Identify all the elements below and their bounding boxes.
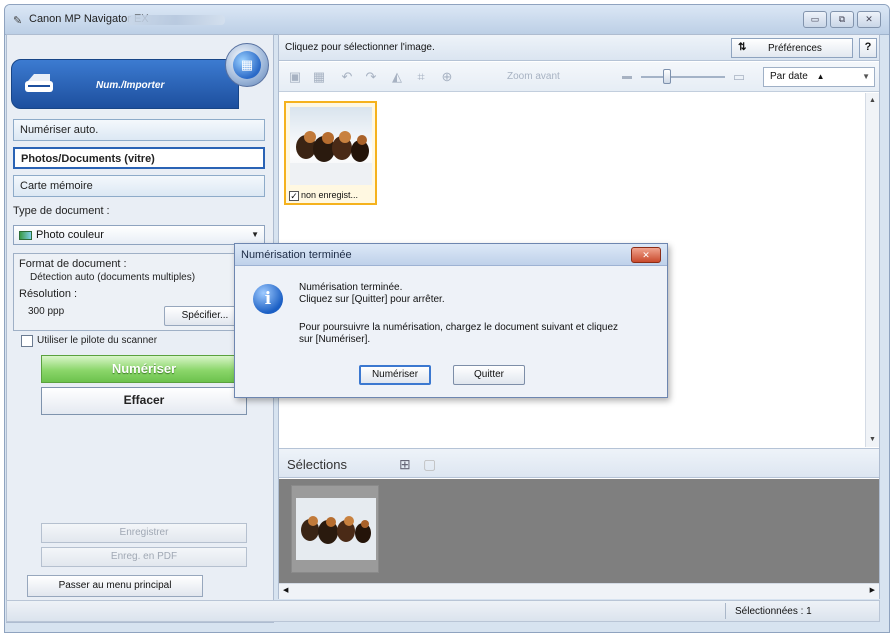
title-bar: ✎ Canon MP Navigator EX ▭ ⧉ ✕ (5, 5, 889, 35)
mode-header-banner: Num./Importer (11, 59, 239, 109)
mode-photos-documents[interactable]: Photos/Documents (vitre) (13, 147, 265, 169)
instruction-bar: Cliquez pour sélectionner l'image. ⇅ Pré… (279, 35, 879, 61)
status-divider (725, 603, 726, 619)
horizontal-scrollbar[interactable]: ◀ ▶ (279, 583, 879, 599)
zoom-in-label[interactable]: Zoom avant (507, 71, 560, 82)
grid-view-icon[interactable]: ⊞ (399, 456, 411, 473)
dialog-quit-button[interactable]: Quitter (453, 365, 525, 385)
doc-type-select[interactable]: Photo couleur ▼ (13, 225, 265, 245)
dialog-line-1: Numérisation terminée. (299, 282, 403, 293)
save-pdf-button[interactable]: Enreg. en PDF (41, 547, 247, 567)
status-bar: Sélectionnées : 1 (6, 600, 880, 622)
minimize-button[interactable]: ▭ (803, 11, 827, 28)
preferences-button[interactable]: ⇅ Préférences (731, 38, 853, 58)
doc-type-label: Type de document : (13, 205, 110, 217)
chevron-down-icon: ▼ (862, 72, 870, 81)
mode-auto-scan[interactable]: Numériser auto. (13, 119, 265, 141)
zoom-icon[interactable]: ⊕ (439, 69, 455, 85)
dialog-scan-button[interactable]: Numériser (359, 365, 431, 385)
rotate-left-icon[interactable]: ↶ (339, 69, 355, 85)
close-icon: ✕ (642, 250, 650, 260)
resolution-value: 300 ppp (28, 306, 65, 317)
help-button[interactable]: ? (859, 38, 877, 58)
chevron-down-icon: ▼ (251, 230, 259, 239)
maximize-icon: ⧉ (838, 14, 846, 24)
window-controls: ▭ ⧉ ✕ (803, 11, 881, 28)
doc-format-value: Détection auto (documents multiples) (30, 272, 196, 283)
doc-format-label: Format de document : (19, 258, 127, 270)
dialog-close-button[interactable]: ✕ (631, 247, 661, 263)
selections-bar: Sélections ⊞ ▢ (279, 448, 879, 478)
scroll-down-icon[interactable]: ▼ (869, 436, 876, 443)
thumbnail-card[interactable]: ✓ non enregist... (284, 101, 377, 205)
selected-count: Sélectionnées : 1 (735, 606, 812, 617)
save-button[interactable]: Enregistrer (41, 523, 247, 543)
mode-header: Num./Importer ▦ (11, 41, 269, 115)
scroll-right-icon[interactable]: ▶ (870, 586, 875, 594)
close-window-button[interactable]: ✕ (857, 11, 881, 28)
selected-thumbnail[interactable] (291, 485, 379, 573)
grid-view-icon[interactable]: ▦ (311, 69, 327, 85)
dialog-title-bar: Numérisation terminée ✕ (235, 244, 667, 266)
app-icon: ✎ (13, 15, 23, 27)
scanner-icon (25, 74, 53, 92)
dialog-line-2: Cliquez sur [Quitter] pour arrêter. (299, 294, 445, 305)
selections-title: Sélections (287, 457, 347, 472)
dialog-title: Numérisation terminée (241, 249, 352, 261)
grid-icon: ▦ (233, 51, 261, 79)
maximize-button[interactable]: ⧉ (830, 11, 854, 28)
large-thumb-icon: ▭ (732, 69, 746, 84)
dialog-line-4: sur [Numériser]. (299, 334, 371, 345)
image-toolbar: ▣ ▦ ↶ ↷ ◭ ⌗ ⊕ Zoom avant ▬ ▭ Par date ▲ … (279, 62, 879, 92)
info-icon: i (253, 284, 283, 314)
scan-button[interactable]: Numériser (41, 355, 247, 383)
instruction-text: Cliquez pour sélectionner l'image. (285, 42, 435, 53)
mode-header-label: Num./Importer (96, 80, 165, 91)
main-menu-globe-button[interactable]: ▦ (225, 43, 269, 87)
mode-memory-card[interactable]: Carte mémoire (13, 175, 265, 197)
thumbnail-size-slider[interactable] (663, 69, 671, 84)
dogs-photo-thumbnail (290, 107, 372, 185)
mirror-icon[interactable]: ◭ (389, 69, 405, 85)
main-menu-button[interactable]: Passer au menu principal (27, 575, 203, 597)
crop-icon[interactable]: ⌗ (413, 69, 429, 85)
sort-select[interactable]: Par date ▲ ▼ (763, 67, 875, 87)
thumbnail-caption[interactable]: ✓ non enregist... (289, 190, 358, 201)
thumbnail-caption-text: non enregist... (301, 190, 359, 200)
selections-area (279, 479, 879, 583)
minimize-icon: ▭ (810, 14, 820, 24)
photo-color-icon (19, 231, 32, 240)
preferences-label: Préférences (768, 43, 822, 54)
clear-button[interactable]: Effacer (41, 387, 247, 415)
rotate-right-icon[interactable]: ↷ (363, 69, 379, 85)
single-view-icon[interactable]: ▢ (423, 456, 436, 473)
title-blurred-area (127, 15, 225, 25)
vertical-scrollbar[interactable]: ▲ ▼ (865, 93, 879, 447)
scan-settings-box: Format de document : Détection auto (doc… (13, 253, 265, 331)
use-driver-checkbox[interactable] (21, 335, 33, 347)
doc-type-value: Photo couleur (36, 229, 104, 241)
thumbnail-size-track[interactable] (641, 76, 725, 78)
scroll-left-icon[interactable]: ◀ (283, 586, 288, 594)
thumbnail-checkbox[interactable]: ✓ (289, 190, 299, 201)
scroll-up-icon[interactable]: ▲ (869, 97, 876, 104)
small-thumb-icon: ▬ (622, 71, 632, 82)
resolution-label: Résolution : (19, 288, 78, 300)
sort-ascending-icon: ▲ (816, 72, 825, 81)
preferences-icon: ⇅ (738, 42, 747, 53)
select-all-icon[interactable]: ▣ (287, 69, 303, 85)
scan-complete-dialog: Numérisation terminée ✕ i Numérisation t… (234, 243, 668, 398)
sort-value: Par date (770, 71, 808, 82)
use-driver-label: Utiliser le pilote du scanner (37, 335, 158, 346)
close-icon: ✕ (865, 14, 873, 24)
dialog-line-3: Pour poursuivre la numérisation, chargez… (299, 322, 619, 333)
